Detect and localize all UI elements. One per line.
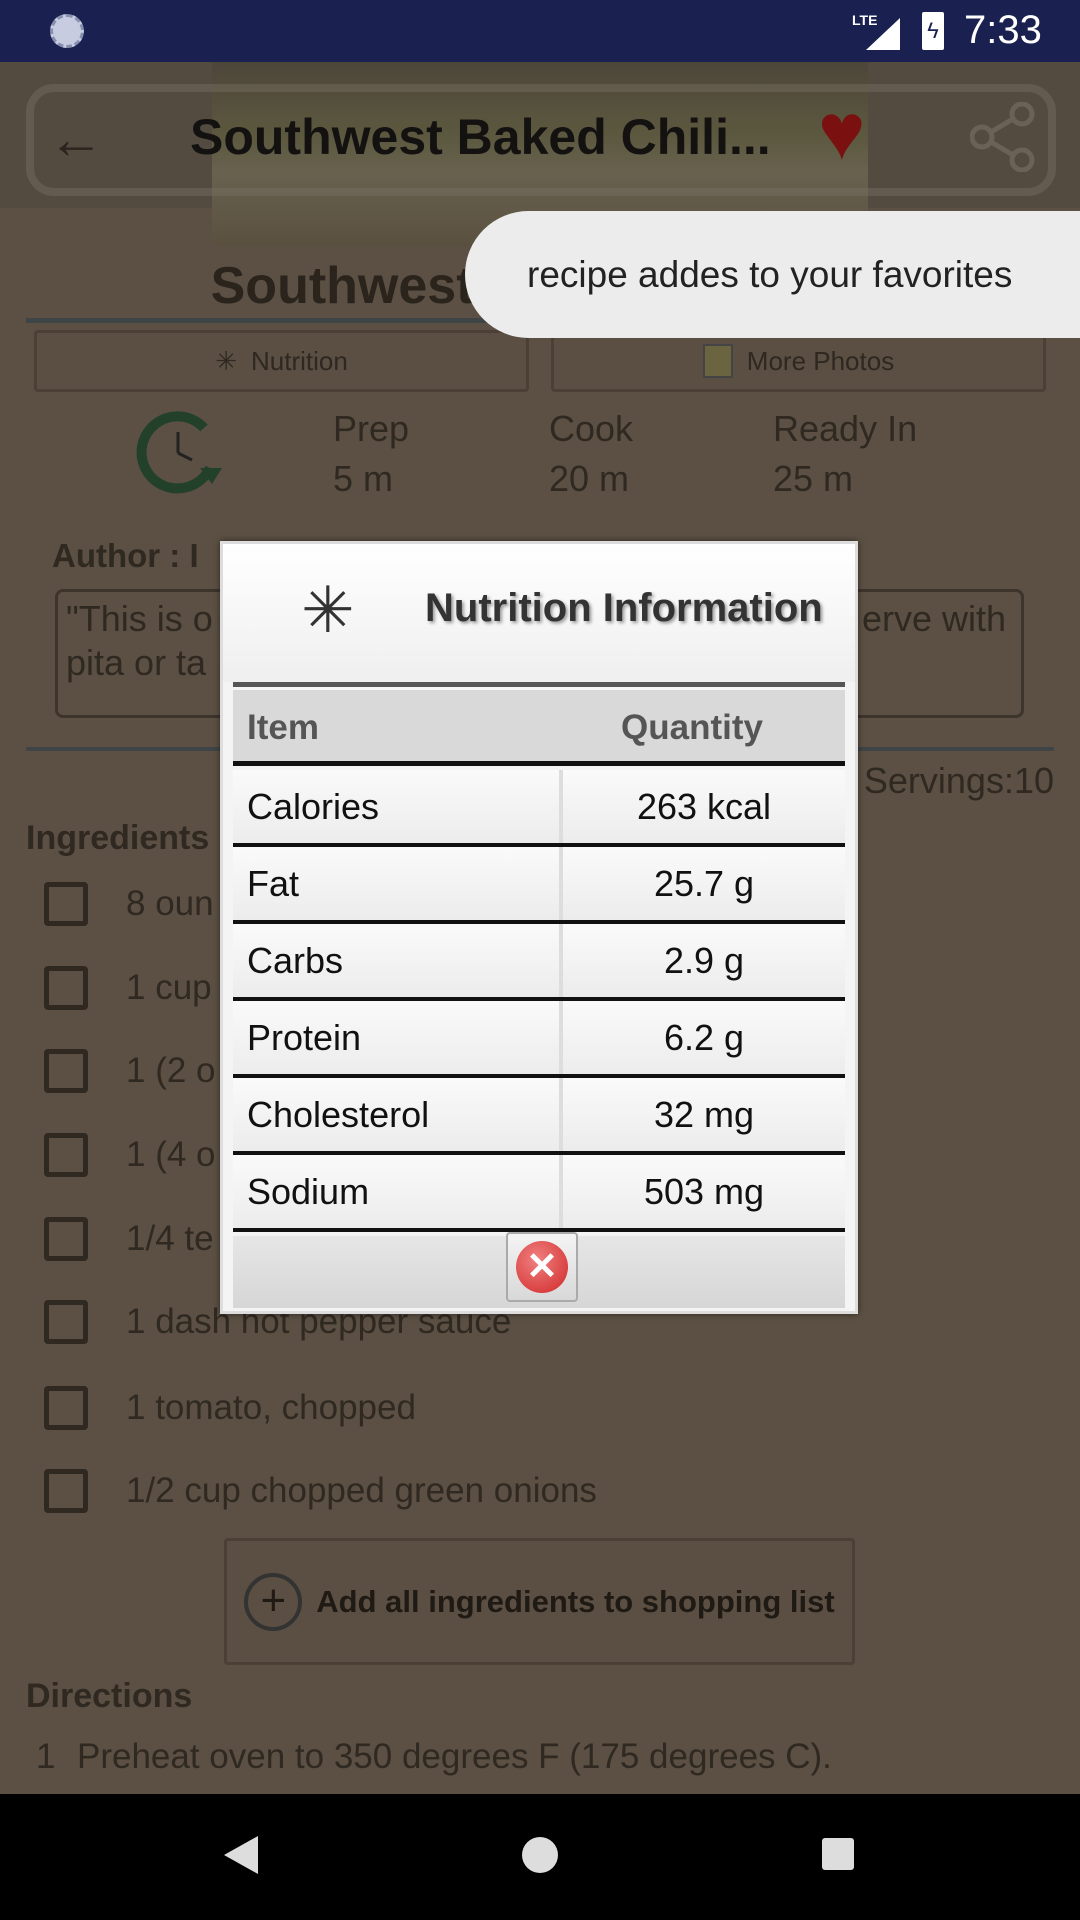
- servings: Servings:10: [863, 760, 1054, 801]
- prep-label: Prep: [333, 408, 410, 449]
- row-quantity: 6.2 g: [563, 1001, 845, 1074]
- row-item: Fat: [233, 847, 563, 920]
- ingredients-heading: Ingredients: [26, 819, 210, 857]
- back-arrow-icon[interactable]: ←: [48, 106, 104, 171]
- row-item: Carbs: [233, 924, 563, 997]
- row-quantity: 25.7 g: [563, 847, 845, 920]
- nutrition-icon: ✳: [215, 345, 237, 376]
- more-photos-label: More Photos: [746, 345, 895, 376]
- checkbox[interactable]: [44, 1217, 88, 1261]
- author: Author : I: [52, 537, 199, 574]
- checkbox[interactable]: [44, 882, 88, 926]
- ingredient-item[interactable]: 1 tomato, chopped: [44, 1386, 416, 1430]
- header-quantity: Quantity: [621, 708, 763, 747]
- lte-signal-icon: LTE: [852, 12, 900, 50]
- battery-charging-icon: ϟ: [922, 12, 944, 50]
- prep-value: 5 m: [333, 458, 394, 499]
- nutrition-label: Nutrition: [250, 345, 348, 376]
- share-icon[interactable]: [970, 102, 1036, 172]
- header-item: Item: [247, 708, 319, 747]
- ready-label: Ready In: [773, 408, 918, 449]
- ingredient-item[interactable]: 1/2 cup chopped green onions: [44, 1469, 597, 1513]
- direction-step-text: Preheat oven to 350 degrees F (175 degre…: [77, 1737, 832, 1776]
- description-line1: "This is o: [66, 598, 213, 639]
- table-row: Sodium 503 mg: [233, 1155, 845, 1232]
- nutrition-logo-icon: ✳: [301, 574, 355, 646]
- row-item: Protein: [233, 1001, 563, 1074]
- ingredient-text: 1 cup: [126, 968, 212, 1007]
- row-quantity: 503 mg: [563, 1155, 845, 1228]
- ingredient-item[interactable]: 1 (4 o: [44, 1133, 216, 1177]
- ingredient-text: 1 (4 o: [126, 1135, 216, 1174]
- row-item: Cholesterol: [233, 1078, 563, 1151]
- home-nav-icon[interactable]: [522, 1837, 558, 1873]
- ingredient-text: 8 oun: [126, 884, 214, 923]
- recents-nav-icon[interactable]: [822, 1838, 854, 1870]
- ingredient-text: 1 tomato, chopped: [126, 1388, 416, 1427]
- ingredient-item[interactable]: 1 (2 o: [44, 1049, 216, 1093]
- status-bar: LTE ϟ 7:33: [0, 0, 1080, 62]
- back-nav-icon[interactable]: [224, 1836, 258, 1874]
- toolbar-title: Southwest Baked Chili...: [190, 109, 771, 165]
- row-quantity: 32 mg: [563, 1078, 845, 1151]
- more-photos-button[interactable]: More Photos: [551, 330, 1046, 392]
- navigation-bar: [0, 1794, 1080, 1920]
- ready-value: 25 m: [773, 458, 854, 499]
- table-row: Cholesterol 32 mg: [233, 1078, 845, 1155]
- directions-heading: Directions: [26, 1677, 193, 1715]
- table-header: Item Quantity: [233, 690, 845, 766]
- sync-icon: [50, 14, 84, 48]
- toast-message: recipe addes to your favorites: [527, 253, 1013, 295]
- row-item: Sodium: [233, 1155, 563, 1228]
- ingredient-item[interactable]: 1/4 te: [44, 1217, 214, 1261]
- favorite-heart-icon[interactable]: ♥: [818, 92, 866, 172]
- add-all-label: Add all ingredients to shopping list: [316, 1583, 835, 1619]
- cook-value: 20 m: [549, 458, 630, 499]
- checkbox[interactable]: [44, 1049, 88, 1093]
- header-separator: [233, 682, 845, 687]
- table-row: Protein 6.2 g: [233, 1001, 845, 1078]
- ingredient-text: 1 (2 o: [126, 1051, 216, 1090]
- table-row: Calories 263 kcal: [233, 770, 845, 847]
- plus-circle-icon: +: [244, 1572, 303, 1631]
- checkbox[interactable]: [44, 1386, 88, 1430]
- close-x-icon: ✕: [516, 1241, 568, 1293]
- checkbox[interactable]: [44, 966, 88, 1010]
- checkbox[interactable]: [44, 1300, 88, 1344]
- checkbox[interactable]: [44, 1133, 88, 1177]
- row-quantity: 263 kcal: [563, 770, 845, 843]
- clock-timer-icon: [136, 411, 222, 494]
- ingredient-text: 1/4 te: [126, 1219, 214, 1258]
- dialog-title: Nutrition Information: [425, 586, 823, 630]
- description-line2: pita or ta: [66, 642, 207, 683]
- nutrition-dialog: ✳ Nutrition Information Item Quantity Ca…: [220, 541, 858, 1314]
- row-item: Calories: [233, 770, 563, 843]
- add-all-to-shopping-list-button[interactable]: + Add all ingredients to shopping list: [224, 1538, 855, 1665]
- ingredient-item[interactable]: 1 cup: [44, 966, 212, 1010]
- table-row: Carbs 2.9 g: [233, 924, 845, 1001]
- close-button[interactable]: ✕: [506, 1232, 578, 1302]
- table-row: Fat 25.7 g: [233, 847, 845, 924]
- ingredient-text: 1/2 cup chopped green onions: [126, 1471, 597, 1510]
- clock: 7:33: [964, 8, 1042, 52]
- ingredient-item[interactable]: 8 oun: [44, 882, 214, 926]
- row-quantity: 2.9 g: [563, 924, 845, 997]
- toast: recipe addes to your favorites: [465, 211, 1080, 338]
- direction-step-number: 1: [36, 1737, 56, 1776]
- checkbox[interactable]: [44, 1469, 88, 1513]
- photos-icon: [702, 344, 733, 378]
- nutrition-button[interactable]: ✳ Nutrition: [34, 330, 529, 392]
- cook-label: Cook: [549, 408, 634, 449]
- description-line1-end: erve with: [862, 598, 1007, 639]
